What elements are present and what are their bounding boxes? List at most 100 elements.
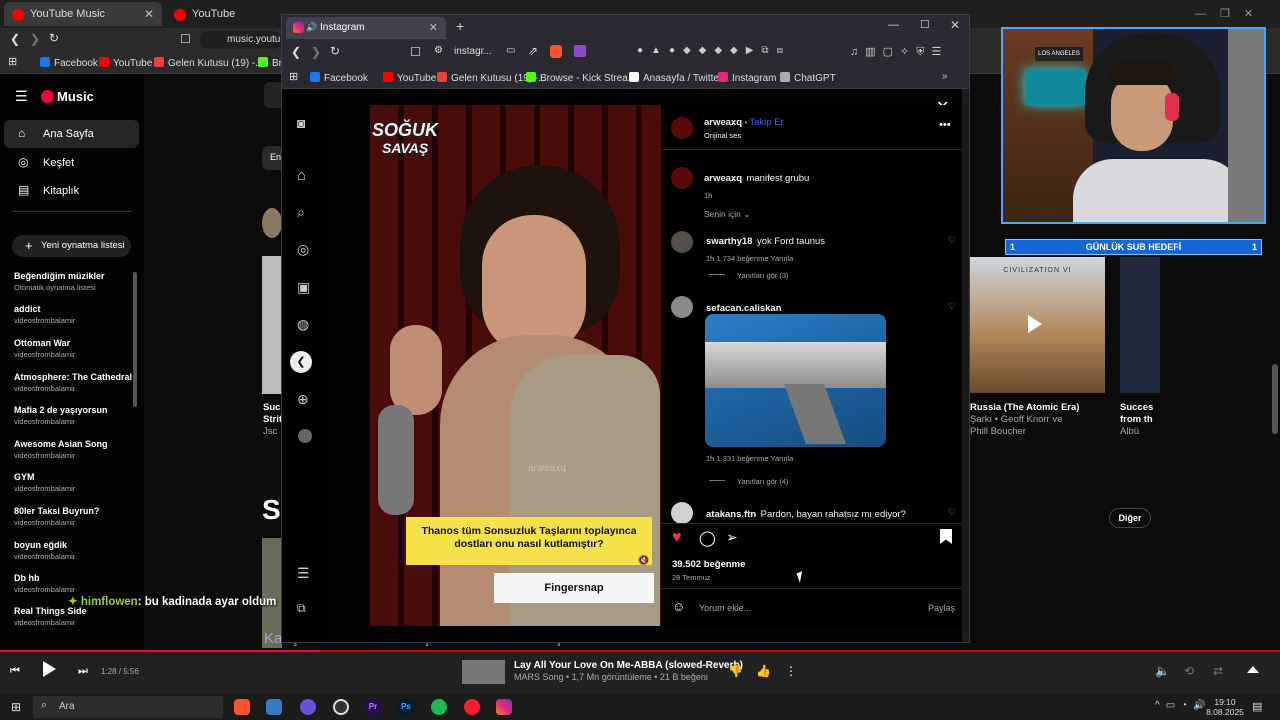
more-button[interactable]: Diğer (1109, 508, 1151, 528)
new-playlist-button[interactable]: + Yeni oynatma listesi (12, 235, 131, 257)
play-icon[interactable] (1028, 315, 1042, 333)
nav-explore[interactable]: ◎ Keşfet (4, 149, 139, 177)
page-scrollbar[interactable] (962, 89, 969, 642)
taskbar-search[interactable]: ⌕ Ara (33, 696, 223, 718)
playlist-item[interactable]: Mafia 2 de yaşıyorsun videosfrombalamir (14, 405, 134, 426)
brave-taskbar-icon[interactable] (234, 699, 250, 715)
close-window-icon[interactable]: ✕ (950, 18, 960, 32)
reply-button[interactable]: Yanıtla (771, 254, 794, 263)
like-comment-icon[interactable]: ♡ (948, 301, 956, 312)
spotify-taskbar-icon[interactable] (431, 699, 447, 715)
shuffle-icon[interactable]: ⇄ (1213, 664, 1223, 678)
like-icon[interactable]: 👍 (756, 664, 771, 678)
share-icon[interactable]: ➢ (726, 529, 738, 546)
more-options-icon[interactable]: ⋮ (785, 664, 797, 678)
comment-icon[interactable]: ◯ (699, 529, 716, 547)
author-name[interactable]: arweaxq (704, 117, 742, 128)
playlist-item[interactable]: addict videosfrombalamir (14, 304, 134, 325)
playlist-item[interactable]: 80ler Taksi Buyrun? videosfrombalamir (14, 506, 134, 527)
more-options-icon[interactable]: ••• (939, 119, 951, 131)
reels-icon[interactable]: ▣ (297, 279, 310, 296)
save-icon[interactable] (940, 529, 952, 544)
create-icon[interactable]: ⊕ (297, 391, 309, 408)
back-icon[interactable]: ❮ (291, 45, 301, 59)
repeat-icon[interactable]: ⟲ (1184, 664, 1194, 678)
speaker-icon[interactable]: 🔊 (306, 22, 317, 33)
instagram-logo-icon[interactable]: ◙ (297, 115, 305, 131)
minimize-icon[interactable]: — (888, 19, 899, 31)
next-track-icon[interactable]: ⏭ (78, 665, 88, 678)
playlist-item[interactable]: Atmosphere: The Cathedral videosfrombalam… (14, 372, 134, 393)
extension-icons[interactable]: ●▲●◆◆◆◆▶⧉⧈ (637, 45, 791, 56)
reload-icon[interactable]: ↻ (330, 44, 340, 58)
nav-home[interactable]: ⌂ Ana Sayfa (4, 120, 139, 148)
toolbar-icons[interactable]: ♫▥▢✧⛨☰ (850, 45, 948, 59)
tab-instagram[interactable]: 🔊 Instagram ✕ (286, 17, 446, 39)
back-icon[interactable]: ❮ (10, 32, 20, 46)
view-replies[interactable]: Yanıtları gör (3) (709, 271, 789, 280)
more-bookmarks-icon[interactable]: » (942, 71, 948, 82)
author-avatar[interactable] (671, 117, 693, 139)
tab-youtube[interactable]: YouTube (166, 2, 276, 26)
explore-icon[interactable]: ◎ (297, 241, 309, 258)
obs-taskbar-icon[interactable] (333, 699, 349, 715)
follow-button[interactable]: Takip Et (749, 117, 783, 128)
like-comment-icon[interactable]: ♡ (948, 235, 956, 246)
share-icon[interactable]: ⇗ (528, 44, 538, 58)
comment-likes[interactable]: 1.734 beğenme (716, 254, 768, 263)
bookmark-instagram[interactable]: Instagram (718, 72, 776, 84)
mute-icon[interactable]: 🔇 (638, 555, 649, 566)
ytmusic-logo-text[interactable]: Music (57, 89, 94, 104)
caption-author[interactable]: arweaxq (704, 173, 742, 184)
clock[interactable]: 19:10 8.08.2025 (1205, 697, 1245, 717)
bookmark-kick[interactable]: Br (258, 57, 282, 69)
cast-icon[interactable]: ▭ (506, 45, 515, 56)
song-title[interactable]: Lay All Your Love On Me-ABBA (slowed-Rev… (514, 660, 743, 671)
menu-icon[interactable]: ☰ (297, 565, 310, 582)
progress-bar-fill[interactable] (0, 650, 320, 652)
apps-icon[interactable]: ⊞ (289, 70, 298, 83)
comment-image-gif[interactable] (705, 314, 886, 447)
brave-shield-icon[interactable] (550, 45, 562, 58)
commenter-avatar[interactable] (671, 296, 693, 318)
left-card-thumbnail[interactable] (262, 256, 282, 394)
previous-post-button[interactable]: ❮ (290, 351, 312, 373)
post-video[interactable]: SOĞUK SAVAŞ arweaxq Thanos tüm Sonsuzluk… (370, 105, 661, 626)
playlist-item[interactable]: GYM videosfrombalamir (14, 472, 134, 493)
search-icon[interactable]: ⌕ (297, 204, 305, 221)
playlist-item[interactable]: Beğendiğim müzikler Otomatik oynatma list… (14, 271, 134, 292)
window-controls[interactable]: —❐✕ (1195, 7, 1267, 20)
playlist-item[interactable]: Ottoman War videosfrombalamir (14, 338, 134, 359)
bookmark-facebook[interactable]: Facebook (310, 72, 368, 84)
bookmark-page-icon[interactable]: ☐ (410, 45, 421, 59)
tray-icons[interactable]: ^▭◔🔊 (1155, 700, 1212, 711)
sidebar-scrollbar[interactable] (133, 272, 137, 407)
opera-taskbar-icon[interactable] (464, 699, 480, 715)
success-thumbnail[interactable] (1120, 257, 1160, 393)
emoji-icon[interactable]: ☺ (672, 599, 685, 614)
windows-start-icon[interactable]: ⊞ (11, 700, 21, 714)
bookmark-kick[interactable]: Browse - Kick Strea... (526, 72, 636, 84)
playlist-item[interactable]: Db hb videosfrombalamir (14, 573, 134, 594)
play-icon[interactable] (43, 661, 56, 677)
russia-thumbnail[interactable]: CIVILIZATION VI (970, 257, 1105, 393)
comment-user[interactable]: sefacan.caliskan (706, 303, 782, 314)
bookmark-chatgpt[interactable]: ChatGPT (780, 72, 836, 84)
comment-user[interactable]: atakans.ftn (706, 509, 756, 520)
premiere-taskbar-icon[interactable]: Pr (365, 699, 381, 715)
post-comment-button[interactable]: Paylaş (928, 603, 955, 613)
ig-address-input[interactable]: instagr... (454, 46, 492, 57)
expand-player-icon[interactable] (1247, 666, 1259, 673)
playlist-item[interactable]: boyun eğdik videosfrombalamir (14, 540, 134, 561)
commenter-avatar[interactable] (671, 502, 693, 524)
bookmark-facebook[interactable]: Facebook (40, 57, 98, 69)
audio-label[interactable]: Orijinal ses (704, 131, 783, 140)
photoshop-taskbar-icon[interactable]: Ps (398, 699, 414, 715)
playlist-item[interactable]: Awesome Asian Song videosfrombalamir (14, 439, 134, 460)
profile-avatar[interactable] (298, 429, 312, 443)
close-icon[interactable]: ✕ (144, 7, 154, 21)
app-taskbar-icon[interactable] (266, 699, 282, 715)
like-count[interactable]: 39.502 beğenme (672, 559, 745, 570)
playlist-item[interactable]: Real Things Side videosfrombalamir (14, 606, 134, 627)
close-tab-icon[interactable]: ✕ (429, 21, 438, 34)
